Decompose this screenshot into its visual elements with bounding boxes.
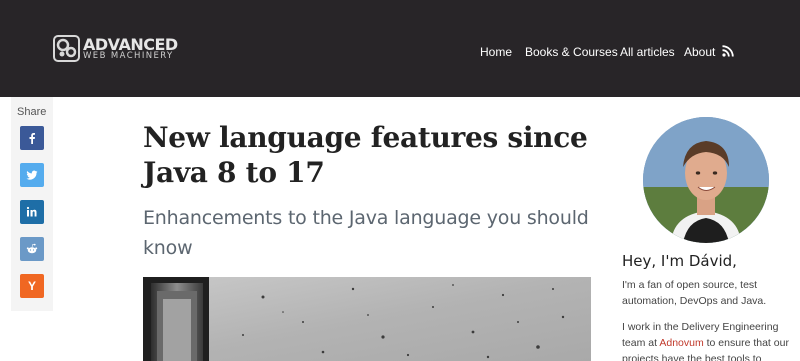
- gears-logo-icon: [53, 35, 80, 62]
- logo-subtext: WEB MACHINERY: [83, 51, 174, 61]
- nav-about[interactable]: About: [684, 45, 715, 59]
- share-reddit-button[interactable]: [20, 237, 44, 261]
- author-bio: I'm a fan of open source, test automatio…: [622, 279, 767, 307]
- facebook-icon: [29, 133, 35, 144]
- y-combinator-icon: Y: [27, 279, 36, 293]
- reddit-icon: [26, 243, 38, 254]
- site-header: ADVANCED WEB MACHINERY Home Books & Cour…: [0, 0, 800, 97]
- author-greeting: Hey, I'm Dávid,: [622, 252, 737, 270]
- site-logo[interactable]: ADVANCED WEB MACHINERY: [53, 35, 188, 65]
- article-title: New language features since Java 8 to 17: [143, 121, 588, 189]
- nav-home[interactable]: Home: [480, 45, 512, 59]
- share-hackernews-button[interactable]: Y: [20, 274, 44, 298]
- share-label: Share: [17, 106, 47, 118]
- author-avatar: [643, 117, 769, 243]
- nav-books-courses[interactable]: Books & Courses: [525, 45, 618, 59]
- author-photo: [643, 117, 769, 243]
- author-work: I work in the Delivery Engineering team …: [622, 319, 797, 361]
- linkedin-icon: [26, 206, 37, 217]
- nav-all-articles[interactable]: All articles: [620, 45, 675, 59]
- article-subtitle: Enhancements to the Java language you sh…: [143, 207, 589, 259]
- twitter-icon: [26, 170, 38, 180]
- share-twitter-button[interactable]: [20, 163, 44, 187]
- share-linkedin-button[interactable]: [20, 200, 44, 224]
- share-facebook-button[interactable]: [20, 126, 44, 150]
- article-hero-image: [143, 277, 591, 361]
- rss-icon[interactable]: [722, 45, 734, 57]
- adnovum-link[interactable]: Adnovum: [659, 337, 703, 349]
- hero-photo: [143, 277, 591, 361]
